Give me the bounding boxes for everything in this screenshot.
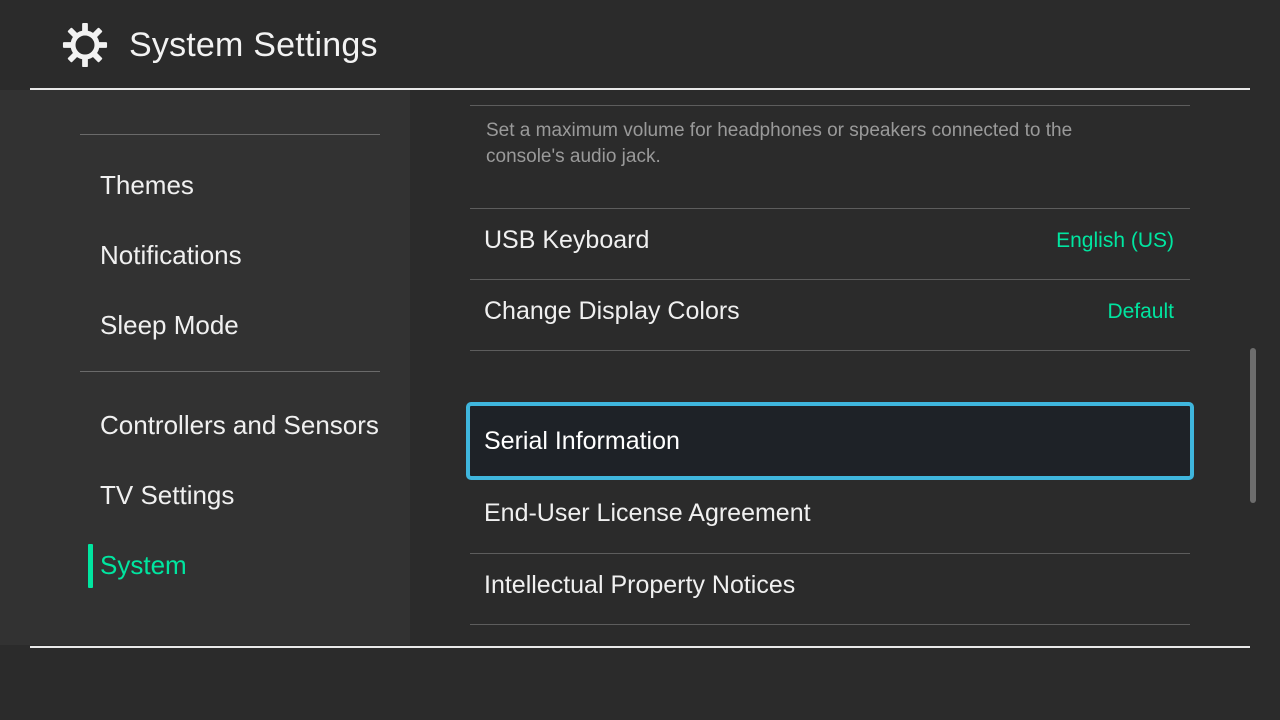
sidebar-divider-middle: [80, 371, 380, 372]
page-title: System Settings: [129, 28, 378, 62]
sidebar-item-label: Notifications: [100, 242, 242, 268]
sidebar-item-sleep-mode[interactable]: Sleep Mode: [0, 301, 410, 349]
settings-list: Set a maximum volume for headphones or s…: [410, 90, 1280, 645]
list-item-value: English (US): [1056, 230, 1190, 251]
sidebar-selection-bar: [88, 304, 93, 348]
list-divider: [470, 350, 1190, 351]
sidebar-item-label: Themes: [100, 172, 194, 198]
sidebar-item-system[interactable]: System: [0, 541, 410, 589]
sidebar-divider-top: [80, 134, 380, 135]
list-item-serial-information[interactable]: Serial Information: [466, 402, 1194, 480]
list-item-label: Change Display Colors: [470, 299, 740, 324]
scrollbar-thumb[interactable]: [1250, 348, 1256, 503]
sidebar-item-themes[interactable]: Themes: [0, 161, 410, 209]
sidebar: Themes Notifications Sleep Mode Controll…: [0, 90, 410, 645]
scrollbar-track[interactable]: [1262, 90, 1268, 645]
sidebar-item-notifications[interactable]: Notifications: [0, 231, 410, 279]
list-item-label: Serial Information: [470, 429, 680, 454]
gear-icon: [62, 22, 108, 68]
sidebar-item-label: TV Settings: [100, 482, 234, 508]
list-item-label: Intellectual Property Notices: [470, 573, 795, 598]
list-item-value: Default: [1107, 301, 1190, 322]
list-item-label: USB Keyboard: [470, 228, 649, 253]
list-item-label: End-User License Agreement: [470, 501, 811, 526]
sidebar-item-controllers-and-sensors[interactable]: Controllers and Sensors: [0, 401, 410, 449]
sidebar-item-label: Sleep Mode: [100, 312, 239, 338]
list-divider: [470, 105, 1190, 106]
app-header: System Settings: [0, 0, 1280, 89]
sidebar-item-label: System: [100, 552, 187, 578]
system-settings-screen: System Settings Themes Notifications Sle…: [0, 0, 1280, 720]
sidebar-selection-bar: [88, 404, 93, 448]
sidebar-item-label: Controllers and Sensors: [100, 412, 379, 438]
sidebar-selection-bar: [88, 544, 93, 588]
list-item-end-user-license-agreement[interactable]: End-User License Agreement: [470, 482, 1190, 544]
sidebar-selection-bar: [88, 164, 93, 208]
list-item-label: Wireless Earbuds: [470, 644, 680, 646]
footer-bar: B Back A OK: [0, 648, 1280, 720]
list-item-intellectual-property-notices[interactable]: Intellectual Property Notices: [470, 554, 1190, 616]
list-item-change-display-colors[interactable]: Change Display Colors Default: [470, 280, 1190, 342]
header-inner: System Settings: [62, 22, 378, 68]
setting-description: Set a maximum volume for headphones or s…: [486, 118, 1126, 170]
sidebar-selection-bar: [88, 474, 93, 518]
sidebar-item-tv-settings[interactable]: TV Settings: [0, 471, 410, 519]
list-item-wireless-earbuds[interactable]: Wireless Earbuds: [470, 625, 1190, 645]
sidebar-selection-bar: [88, 234, 93, 278]
list-item-usb-keyboard[interactable]: USB Keyboard English (US): [470, 209, 1190, 271]
